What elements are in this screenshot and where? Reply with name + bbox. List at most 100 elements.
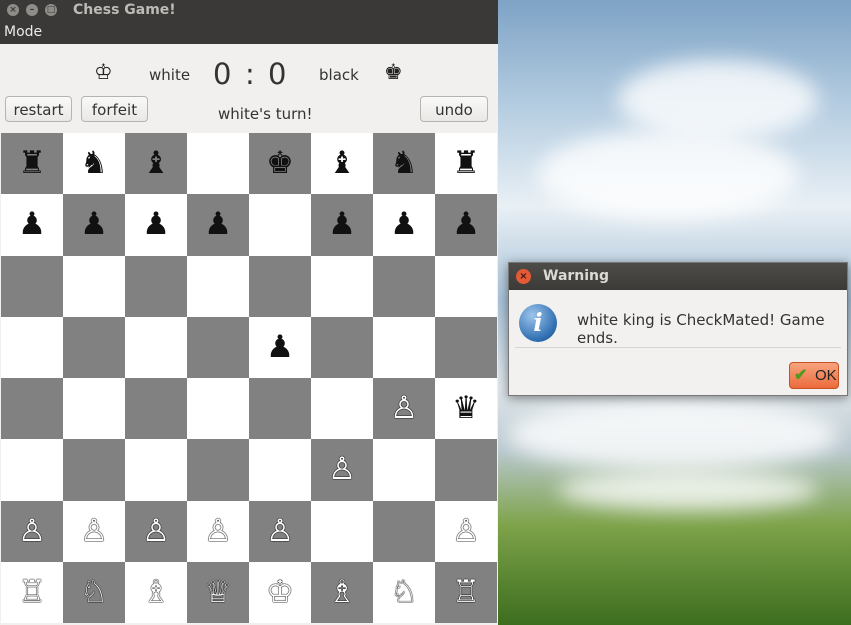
white-pawn-icon[interactable]: ♙ — [80, 515, 108, 547]
menu-mode[interactable]: Mode — [4, 24, 42, 40]
square-f6[interactable] — [311, 255, 373, 317]
white-bishop-icon[interactable]: ♗ — [328, 576, 356, 608]
white-rook-icon[interactable]: ♖ — [18, 576, 46, 608]
white-pawn-icon[interactable]: ♙ — [328, 454, 356, 485]
square-f3[interactable]: ♙ — [311, 439, 373, 501]
black-knight-icon[interactable]: ♞ — [390, 148, 418, 179]
square-d7[interactable]: ♟ — [187, 194, 249, 256]
black-bishop-icon[interactable]: ♝ — [328, 148, 356, 179]
square-a5[interactable] — [1, 316, 63, 378]
square-h6[interactable] — [435, 255, 497, 317]
white-pawn-icon[interactable]: ♙ — [452, 515, 480, 547]
window-maximize-icon[interactable]: □ — [45, 4, 57, 16]
white-pawn-icon[interactable]: ♙ — [18, 515, 46, 547]
square-b2[interactable]: ♙ — [63, 500, 125, 562]
window-minimize-icon[interactable]: – — [26, 4, 38, 16]
black-bishop-icon[interactable]: ♝ — [142, 148, 170, 179]
square-c4[interactable] — [125, 378, 187, 440]
square-d6[interactable] — [187, 255, 249, 317]
square-g3[interactable] — [373, 439, 435, 501]
square-d2[interactable]: ♙ — [187, 500, 249, 562]
square-g2[interactable] — [373, 500, 435, 562]
white-queen-icon[interactable]: ♕ — [204, 576, 232, 608]
square-b4[interactable] — [63, 378, 125, 440]
square-a4[interactable] — [1, 378, 63, 440]
ok-button[interactable]: ✔ OK — [789, 362, 839, 389]
square-g4[interactable]: ♙ — [373, 378, 435, 440]
restart-button[interactable]: restart — [5, 96, 72, 122]
square-e2[interactable]: ♙ — [249, 500, 311, 562]
black-pawn-icon[interactable]: ♟ — [266, 331, 294, 363]
white-rook-icon[interactable]: ♖ — [452, 576, 480, 608]
square-f5[interactable] — [311, 316, 373, 378]
square-f8[interactable]: ♝ — [311, 133, 373, 195]
square-f4[interactable] — [311, 378, 373, 440]
black-pawn-icon[interactable]: ♟ — [80, 209, 108, 240]
square-e7[interactable] — [249, 194, 311, 256]
square-c8[interactable]: ♝ — [125, 133, 187, 195]
white-pawn-icon[interactable]: ♙ — [204, 515, 232, 547]
black-pawn-icon[interactable]: ♟ — [204, 209, 232, 240]
square-c1[interactable]: ♗ — [125, 561, 187, 623]
square-c3[interactable] — [125, 439, 187, 501]
square-e5[interactable]: ♟ — [249, 316, 311, 378]
square-g1[interactable]: ♘ — [373, 561, 435, 623]
square-h8[interactable]: ♜ — [435, 133, 497, 195]
square-g7[interactable]: ♟ — [373, 194, 435, 256]
square-b5[interactable] — [63, 316, 125, 378]
white-knight-icon[interactable]: ♘ — [80, 576, 108, 608]
white-bishop-icon[interactable]: ♗ — [142, 576, 170, 608]
square-b7[interactable]: ♟ — [63, 194, 125, 256]
square-g6[interactable] — [373, 255, 435, 317]
black-queen-icon[interactable]: ♛ — [452, 393, 480, 424]
square-a6[interactable] — [1, 255, 63, 317]
square-c5[interactable] — [125, 316, 187, 378]
square-e4[interactable] — [249, 378, 311, 440]
square-h4[interactable]: ♛ — [435, 378, 497, 440]
square-b8[interactable]: ♞ — [63, 133, 125, 195]
square-f7[interactable]: ♟ — [311, 194, 373, 256]
square-c6[interactable] — [125, 255, 187, 317]
square-h1[interactable]: ♖ — [435, 561, 497, 623]
square-h2[interactable]: ♙ — [435, 500, 497, 562]
square-d3[interactable] — [187, 439, 249, 501]
square-e6[interactable] — [249, 255, 311, 317]
undo-button[interactable]: undo — [420, 96, 488, 122]
square-a2[interactable]: ♙ — [1, 500, 63, 562]
square-a7[interactable]: ♟ — [1, 194, 63, 256]
square-h7[interactable]: ♟ — [435, 194, 497, 256]
square-c7[interactable]: ♟ — [125, 194, 187, 256]
square-d1[interactable]: ♕ — [187, 561, 249, 623]
white-pawn-icon[interactable]: ♙ — [390, 393, 418, 424]
black-pawn-icon[interactable]: ♟ — [142, 209, 170, 240]
square-b6[interactable] — [63, 255, 125, 317]
square-b1[interactable]: ♘ — [63, 561, 125, 623]
dialog-close-icon[interactable]: × — [516, 269, 531, 284]
square-d8[interactable] — [187, 133, 249, 195]
square-d4[interactable] — [187, 378, 249, 440]
forfeit-button[interactable]: forfeit — [81, 96, 148, 122]
square-f1[interactable]: ♗ — [311, 561, 373, 623]
black-pawn-icon[interactable]: ♟ — [452, 209, 480, 240]
square-f2[interactable] — [311, 500, 373, 562]
square-g8[interactable]: ♞ — [373, 133, 435, 195]
square-a1[interactable]: ♖ — [1, 561, 63, 623]
square-a3[interactable] — [1, 439, 63, 501]
black-pawn-icon[interactable]: ♟ — [18, 209, 46, 240]
square-h5[interactable] — [435, 316, 497, 378]
square-d5[interactable] — [187, 316, 249, 378]
white-pawn-icon[interactable]: ♙ — [142, 515, 170, 547]
square-e8[interactable]: ♚ — [249, 133, 311, 195]
black-pawn-icon[interactable]: ♟ — [390, 209, 418, 240]
square-g5[interactable] — [373, 316, 435, 378]
black-king-icon[interactable]: ♚ — [266, 148, 294, 179]
square-a8[interactable]: ♜ — [1, 133, 63, 195]
square-e3[interactable] — [249, 439, 311, 501]
white-king-icon[interactable]: ♔ — [266, 576, 294, 608]
white-pawn-icon[interactable]: ♙ — [266, 515, 294, 547]
black-knight-icon[interactable]: ♞ — [80, 148, 108, 179]
square-e1[interactable]: ♔ — [249, 561, 311, 623]
black-pawn-icon[interactable]: ♟ — [328, 209, 356, 240]
white-knight-icon[interactable]: ♘ — [390, 576, 418, 608]
square-c2[interactable]: ♙ — [125, 500, 187, 562]
